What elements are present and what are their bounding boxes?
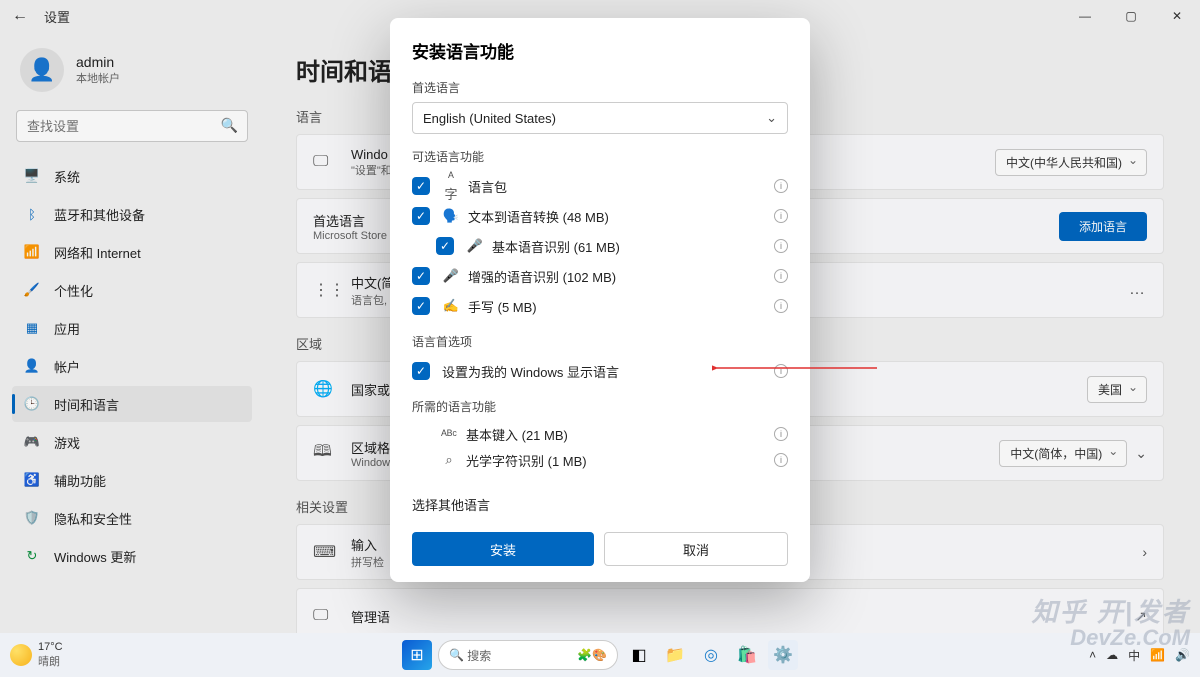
- choose-other-language-link[interactable]: 选择其他语言: [412, 495, 788, 514]
- info-icon[interactable]: i: [774, 269, 788, 283]
- file-explorer-button[interactable]: 📁: [660, 640, 690, 670]
- optional-features-label: 可选语言功能: [412, 148, 788, 165]
- store-button[interactable]: 🛍️: [732, 640, 762, 670]
- info-icon[interactable]: i: [774, 299, 788, 313]
- tray-network-icon[interactable]: 📶: [1150, 648, 1165, 662]
- dialog-title: 安装语言功能: [412, 38, 788, 63]
- checkbox-checked-icon[interactable]: ✓: [436, 237, 454, 255]
- primary-language-label: 首选语言: [412, 79, 788, 96]
- tray-onedrive-icon[interactable]: ☁: [1106, 648, 1118, 662]
- system-tray[interactable]: ˄ ☁ 中 📶 🔊: [1089, 647, 1190, 664]
- install-button[interactable]: 安装: [412, 532, 594, 566]
- feature-icon: 🎤: [442, 268, 460, 284]
- feature-icon: ᴬ字: [442, 169, 460, 203]
- settings-taskbar-button[interactable]: ⚙️: [768, 640, 798, 670]
- opt-row-3[interactable]: ✓🎤增强的语音识别 (102 MB)i: [412, 261, 788, 291]
- cancel-button[interactable]: 取消: [604, 532, 788, 566]
- tray-chevron-icon[interactable]: ˄: [1089, 648, 1096, 662]
- language-pref-label: 语言首选项: [412, 333, 788, 350]
- opt-row-4[interactable]: ✓✍️手写 (5 MB)i: [412, 291, 788, 321]
- edge-button[interactable]: ◎: [696, 640, 726, 670]
- task-view-button[interactable]: ◧: [624, 640, 654, 670]
- weather-icon: [10, 644, 32, 666]
- info-icon[interactable]: i: [774, 453, 788, 467]
- checkbox-checked-icon[interactable]: ✓: [412, 362, 430, 380]
- install-language-dialog: 安装语言功能 首选语言 English (United States) 可选语言…: [390, 18, 810, 582]
- info-icon[interactable]: i: [774, 427, 788, 441]
- taskbar: 17°C 晴朗 ⊞ 🔍 搜索🧩🎨 ◧ 📁 ◎ 🛍️ ⚙️ ˄ ☁ 中 📶 🔊: [0, 633, 1200, 677]
- feature-icon: 🗣️: [442, 208, 460, 224]
- info-icon[interactable]: i: [774, 364, 788, 378]
- taskbar-weather[interactable]: 17°C 晴朗: [10, 641, 63, 669]
- req-row-0: ᴬᴮᶜ基本键入 (21 MB)i: [412, 421, 788, 447]
- req-row-1: ⌕光学字符识别 (1 MB)i: [412, 447, 788, 473]
- checkbox-checked-icon[interactable]: ✓: [412, 207, 430, 225]
- opt-row-0[interactable]: ✓ᴬ字语言包i: [412, 171, 788, 201]
- taskbar-search[interactable]: 🔍 搜索🧩🎨: [438, 640, 618, 670]
- feature-icon: ᴬᴮᶜ: [440, 427, 458, 442]
- tray-language-icon[interactable]: 中: [1128, 647, 1140, 664]
- opt-set-display-language[interactable]: ✓ 设置为我的 Windows 显示语言 i: [412, 356, 788, 386]
- feature-icon: ✍️: [442, 298, 460, 314]
- required-features-label: 所需的语言功能: [412, 398, 788, 415]
- checkbox-checked-icon[interactable]: ✓: [412, 177, 430, 195]
- primary-language-select[interactable]: English (United States): [412, 102, 788, 134]
- checkbox-checked-icon[interactable]: ✓: [412, 297, 430, 315]
- checkbox-checked-icon[interactable]: ✓: [412, 267, 430, 285]
- opt-row-2[interactable]: ✓🎤基本语音识别 (61 MB)i: [412, 231, 788, 261]
- start-button[interactable]: ⊞: [402, 640, 432, 670]
- info-icon[interactable]: i: [774, 239, 788, 253]
- info-icon[interactable]: i: [774, 179, 788, 193]
- info-icon[interactable]: i: [774, 209, 788, 223]
- tray-volume-icon[interactable]: 🔊: [1175, 648, 1190, 662]
- opt-row-1[interactable]: ✓🗣️文本到语音转换 (48 MB)i: [412, 201, 788, 231]
- feature-icon: 🎤: [466, 238, 484, 254]
- feature-icon: ⌕: [440, 452, 458, 468]
